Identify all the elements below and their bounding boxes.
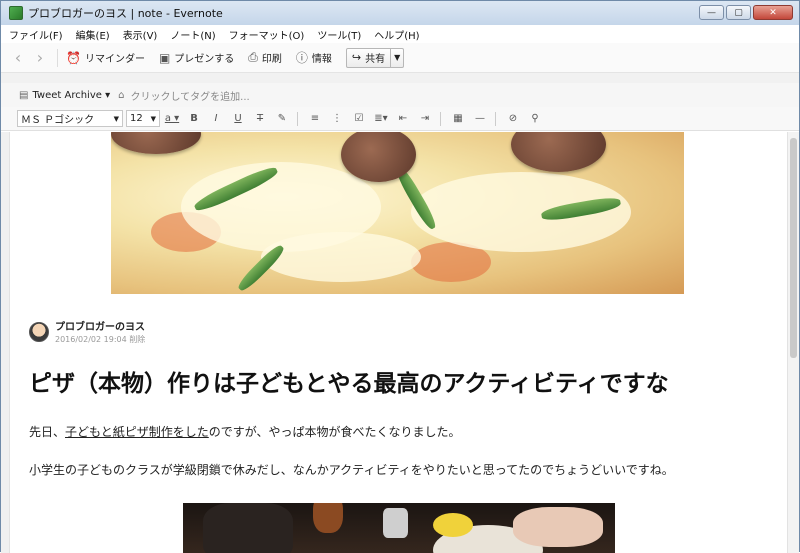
paper-pizza-link[interactable]: 子どもと紙ピザ制作をした	[65, 425, 209, 439]
tag-input[interactable]: クリックしてタグを追加...	[130, 88, 249, 103]
italic-button[interactable]: I	[206, 113, 226, 124]
forward-button[interactable]: ›	[31, 48, 49, 67]
attachment-icon[interactable]: ⊘	[503, 113, 523, 124]
share-label: 共有	[365, 54, 386, 65]
window-title: プロブロガーのヨス | note - Evernote	[28, 7, 223, 20]
window-controls: — ▢ ✕	[699, 5, 793, 20]
font-color-button[interactable]: a ▾	[162, 113, 182, 124]
menu-bar: ファイル(F) 編集(E) 表示(V) ノート(N) フォーマット(O) ツール…	[1, 25, 799, 43]
font-family-value: ＭＳ Ｐゴシック	[21, 115, 95, 126]
back-button[interactable]: ‹	[9, 48, 27, 67]
editor-left-margin	[1, 132, 10, 553]
format-divider	[297, 111, 298, 126]
menu-note[interactable]: ノート(N)	[170, 27, 215, 42]
table-icon[interactable]: ▦	[448, 113, 468, 124]
avatar	[29, 322, 49, 342]
note-editor[interactable]: プロブロガーのヨス 2016/02/02 19:04 削除 ピザ（本物）作りは子…	[1, 132, 787, 553]
toolbar-divider	[57, 48, 58, 67]
paragraph-1-suffix: のですが、やっぱ本物が食べたくなりました。	[208, 425, 461, 439]
paragraph-2: 小学生の子どものクラスが学級閉鎖で休みだし、なんかアクティビティをやりたいと思っ…	[29, 463, 674, 477]
info-icon: ⓘ	[295, 51, 308, 65]
indent-icon[interactable]: ⇥	[415, 113, 435, 124]
notebook-selector[interactable]: Tweet Archive ▾	[32, 90, 110, 101]
font-size-select[interactable]: 12 ▼	[126, 110, 160, 127]
maximize-button[interactable]: ▢	[726, 5, 751, 20]
present-button[interactable]: ▣ プレゼンする	[158, 50, 235, 66]
reminder-button[interactable]: ⏰ リマインダー	[66, 50, 145, 66]
post-date: 2016/02/02 19:04 削除	[55, 335, 146, 344]
highlight-icon[interactable]: ✎	[272, 113, 292, 124]
menu-view[interactable]: 表示(V)	[123, 27, 158, 42]
author-name: プロブロガーのヨス	[55, 322, 145, 333]
print-button[interactable]: ⎙ 印刷	[248, 50, 282, 65]
share-button[interactable]: ↪ 共有 ▼	[345, 47, 405, 68]
main-toolbar: ‹ › ⏰ リマインダー ▣ プレゼンする ⎙ 印刷 ⓘ 情報 ↪ 共有 ▼	[1, 43, 799, 73]
notebook-icon: ▤	[19, 89, 29, 101]
reminder-label: リマインダー	[84, 54, 145, 65]
evernote-window: プロブロガーのヨス | note - Evernote — ▢ ✕ ファイル(F…	[0, 0, 800, 553]
note-header-bar: ▤ Tweet Archive ▾ ⌂ クリックしてタグを追加...	[1, 83, 799, 107]
menu-tools[interactable]: ツール(T)	[317, 27, 361, 42]
menu-help[interactable]: ヘルプ(H)	[374, 27, 419, 42]
share-icon: ↪	[351, 51, 362, 64]
menu-edit[interactable]: 編集(E)	[76, 27, 110, 42]
share-main[interactable]: ↪ 共有	[347, 48, 392, 67]
underline-button[interactable]: U	[228, 113, 248, 124]
minimize-button[interactable]: —	[699, 5, 724, 20]
format-divider	[440, 111, 441, 126]
evernote-app-icon	[9, 6, 23, 20]
outdent-icon[interactable]: ⇤	[393, 113, 413, 124]
note-heading: ピザ（本物）作りは子どもとやる最高のアクティビティですな	[29, 371, 669, 397]
pizza-making-photo	[183, 503, 615, 553]
align-icon[interactable]: ≣▾	[371, 113, 391, 124]
tag-icon: ⌂	[118, 89, 125, 101]
editor-scrollbar[interactable]	[787, 132, 799, 553]
checkbox-icon[interactable]: ☑	[349, 113, 369, 124]
menu-format[interactable]: フォーマット(O)	[229, 27, 305, 42]
font-family-select[interactable]: ＭＳ Ｐゴシック ▼	[17, 110, 123, 127]
format-divider	[495, 111, 496, 126]
strikethrough-button[interactable]: T	[250, 113, 270, 124]
paragraph-1: 先日、子どもと紙ピザ制作をしたのですが、やっぱ本物が食べたくなりました。	[29, 423, 461, 440]
author-info: プロブロガーのヨス 2016/02/02 19:04 削除	[29, 322, 145, 345]
bullet-list-icon[interactable]: ≡	[305, 113, 325, 124]
pizza-photo	[111, 132, 684, 294]
encrypt-icon[interactable]: ⚲	[525, 113, 545, 124]
font-size-value: 12	[130, 113, 143, 124]
menu-file[interactable]: ファイル(F)	[9, 27, 63, 42]
bold-button[interactable]: B	[184, 113, 204, 124]
numbered-list-icon[interactable]: ⋮	[327, 113, 347, 124]
horizontal-rule-icon[interactable]: —	[470, 113, 490, 124]
paragraph-1-prefix: 先日、	[29, 425, 66, 439]
presentation-icon: ▣	[158, 50, 171, 65]
alarm-clock-icon: ⏰	[66, 50, 81, 65]
info-label: 情報	[311, 54, 332, 65]
printer-icon: ⎙	[248, 50, 258, 64]
close-button[interactable]: ✕	[753, 5, 793, 20]
toolbar-spacer	[1, 73, 799, 83]
present-label: プレゼンする	[174, 54, 235, 65]
scrollbar-thumb[interactable]	[790, 138, 797, 358]
print-label: 印刷	[261, 54, 282, 65]
format-toolbar: ＭＳ Ｐゴシック ▼ 12 ▼ a ▾ B I U T ✎ ≡ ⋮ ☑ ≣▾ ⇤ ⇥…	[1, 107, 799, 131]
share-dropdown[interactable]: ▼	[391, 53, 403, 62]
title-bar: プロブロガーのヨス | note - Evernote — ▢ ✕	[1, 1, 799, 25]
info-button[interactable]: ⓘ 情報	[296, 49, 332, 66]
